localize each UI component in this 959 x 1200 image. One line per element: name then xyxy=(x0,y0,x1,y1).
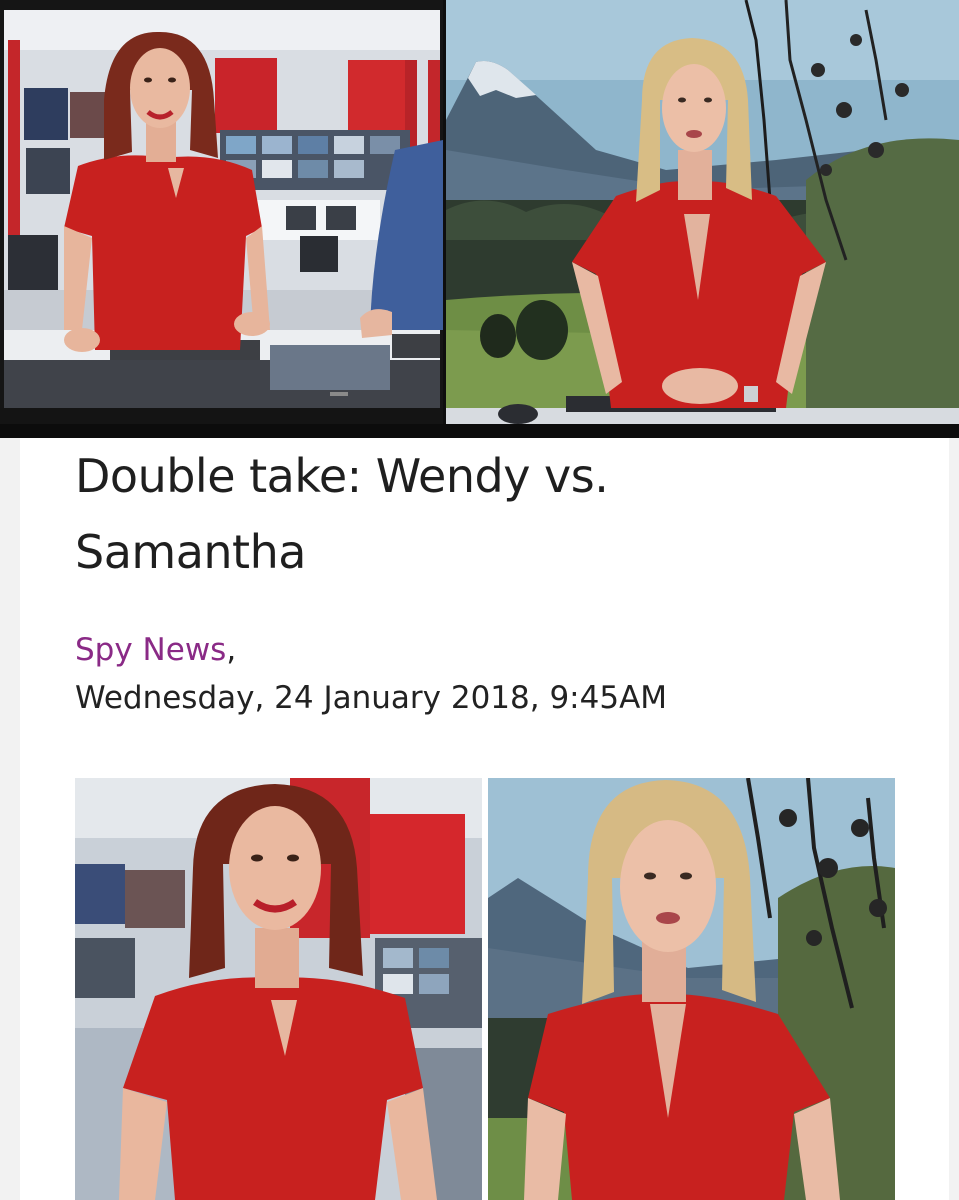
article-date: Wednesday, 24 January 2018, 9:45AM xyxy=(75,680,668,716)
article-headline: Double take: Wendy vs. Samantha xyxy=(75,449,609,579)
article-byline: Spy News, Wednesday, 24 January 2018, 9:… xyxy=(75,626,667,722)
source-separator: , xyxy=(226,632,237,668)
comparison-image-left xyxy=(75,778,482,1200)
tv-photo-left xyxy=(0,0,443,438)
comparison-image-right xyxy=(488,778,895,1200)
collage-divider xyxy=(0,424,959,438)
tv-photo-right xyxy=(446,0,959,424)
source-link[interactable]: Spy News xyxy=(75,632,226,668)
top-photo-collage xyxy=(0,0,959,438)
page: Double take: Wendy vs. Samantha Spy News… xyxy=(0,0,959,1200)
